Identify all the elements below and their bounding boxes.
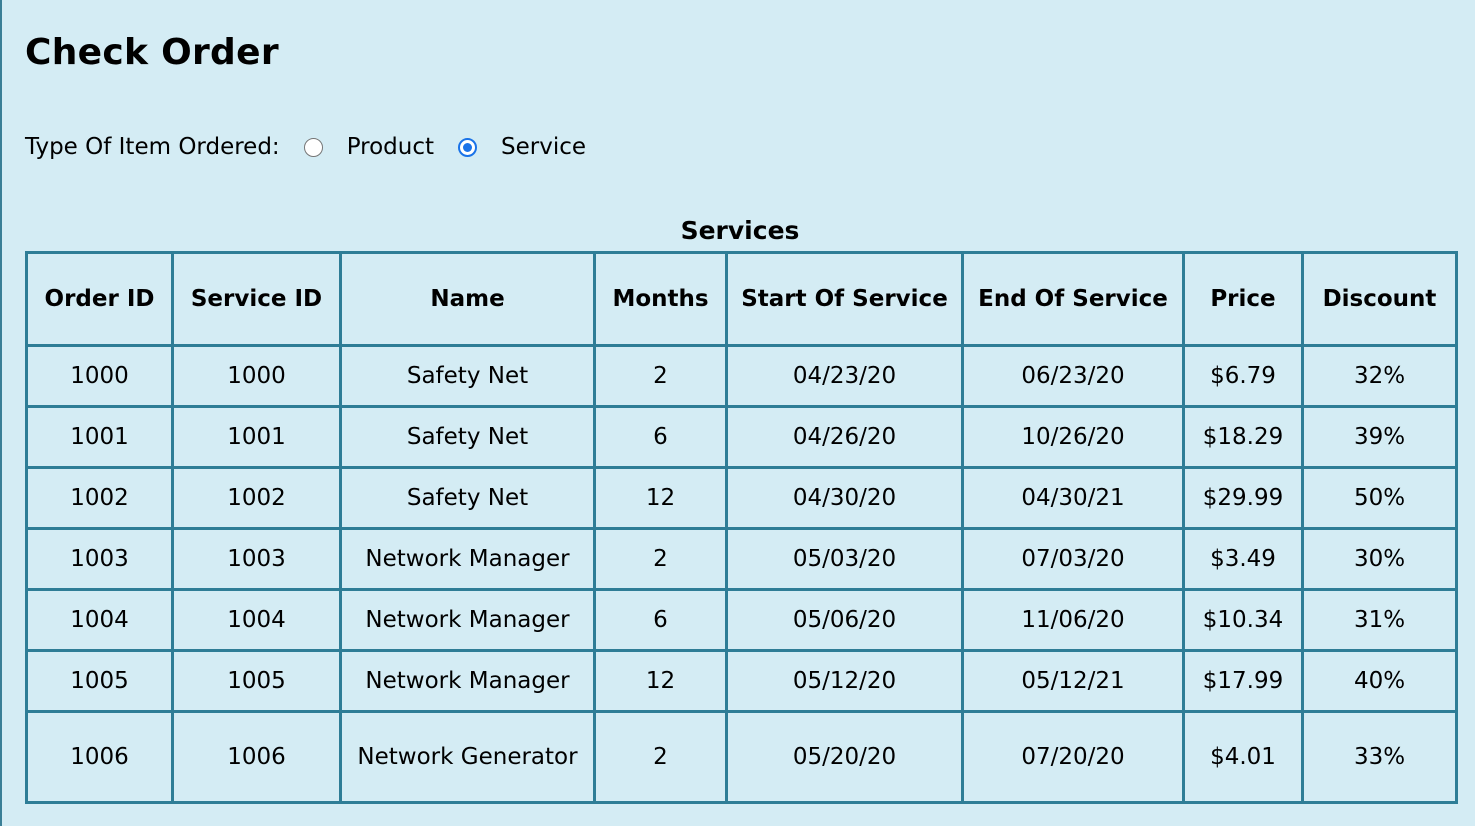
cell-end-of-service: 10/26/20 xyxy=(961,405,1185,469)
cell-start-of-service: 05/06/20 xyxy=(725,588,964,652)
cell-months: 2 xyxy=(593,527,728,591)
cell-service-id: 1006 xyxy=(171,710,342,804)
cell-months: 2 xyxy=(593,344,728,408)
cell-discount: 30% xyxy=(1301,527,1458,591)
column-header-order-id: Order ID xyxy=(25,251,174,347)
table-row: 1003 1003 Network Manager 2 05/03/20 07/03/20… xyxy=(25,527,1458,591)
column-header-discount: Discount xyxy=(1301,251,1458,347)
table-row: 1005 1005 Network Manager 12 05/12/20 05/12/2… xyxy=(25,649,1458,713)
column-header-service-id: Service ID xyxy=(171,251,342,347)
cell-end-of-service: 05/12/21 xyxy=(961,649,1185,713)
cell-start-of-service: 04/30/20 xyxy=(725,466,964,530)
cell-name: Network Manager xyxy=(339,649,596,713)
cell-service-id: 1004 xyxy=(171,588,342,652)
cell-price: $17.99 xyxy=(1182,649,1304,713)
cell-service-id: 1003 xyxy=(171,527,342,591)
table-row: 1000 1000 Safety Net 2 04/23/20 06/23/20 $6.79… xyxy=(25,344,1458,408)
cell-price: $10.34 xyxy=(1182,588,1304,652)
cell-price: $4.01 xyxy=(1182,710,1304,804)
column-header-name: Name xyxy=(339,251,596,347)
column-header-end-of-service: End Of Service xyxy=(961,251,1185,347)
cell-name: Safety Net xyxy=(339,405,596,469)
cell-end-of-service: 07/20/20 xyxy=(961,710,1185,804)
cell-price: $29.99 xyxy=(1182,466,1304,530)
table-row: 1001 1001 Safety Net 6 04/26/20 10/26/20 $18.2… xyxy=(25,405,1458,469)
cell-months: 6 xyxy=(593,405,728,469)
cell-start-of-service: 05/20/20 xyxy=(725,710,964,804)
cell-price: $3.49 xyxy=(1182,527,1304,591)
product-radio-label[interactable]: Product xyxy=(347,134,434,160)
cell-discount: 31% xyxy=(1301,588,1458,652)
cell-order-id: 1006 xyxy=(25,710,174,804)
cell-name: Network Manager xyxy=(339,527,596,591)
table-row: 1006 1006 Network Generator 2 05/20/20 07/20/… xyxy=(25,710,1458,804)
service-radio-label[interactable]: Service xyxy=(501,134,586,160)
item-type-label: Type Of Item Ordered: xyxy=(25,134,280,160)
cell-service-id: 1005 xyxy=(171,649,342,713)
cell-months: 2 xyxy=(593,710,728,804)
service-radio[interactable] xyxy=(458,137,478,157)
cell-start-of-service: 05/03/20 xyxy=(725,527,964,591)
cell-order-id: 1001 xyxy=(25,405,174,469)
column-header-start-of-service: Start Of Service xyxy=(725,251,964,347)
services-table-caption: Services xyxy=(680,216,800,245)
cell-order-id: 1000 xyxy=(25,344,174,408)
cell-order-id: 1004 xyxy=(25,588,174,652)
column-header-price: Price xyxy=(1182,251,1304,347)
cell-end-of-service: 07/03/20 xyxy=(961,527,1185,591)
item-type-group: Type Of Item Ordered: Product Service xyxy=(25,130,610,164)
cell-name: Safety Net xyxy=(339,466,596,530)
product-radio[interactable] xyxy=(303,137,323,157)
cell-discount: 40% xyxy=(1301,649,1458,713)
cell-months: 6 xyxy=(593,588,728,652)
cell-service-id: 1001 xyxy=(171,405,342,469)
cell-start-of-service: 04/26/20 xyxy=(725,405,964,469)
cell-discount: 50% xyxy=(1301,466,1458,530)
cell-order-id: 1003 xyxy=(25,527,174,591)
cell-discount: 33% xyxy=(1301,710,1458,804)
cell-end-of-service: 06/23/20 xyxy=(961,344,1185,408)
cell-order-id: 1002 xyxy=(25,466,174,530)
left-border xyxy=(0,0,2,826)
cell-service-id: 1000 xyxy=(171,344,342,408)
cell-start-of-service: 05/12/20 xyxy=(725,649,964,713)
cell-order-id: 1005 xyxy=(25,649,174,713)
cell-price: $6.79 xyxy=(1182,344,1304,408)
cell-name: Network Generator xyxy=(339,710,596,804)
cell-months: 12 xyxy=(593,466,728,530)
cell-discount: 32% xyxy=(1301,344,1458,408)
services-table: Order ID Service ID Name Months Start Of Ser… xyxy=(25,251,1458,804)
cell-discount: 39% xyxy=(1301,405,1458,469)
cell-service-id: 1002 xyxy=(171,466,342,530)
cell-months: 12 xyxy=(593,649,728,713)
cell-name: Safety Net xyxy=(339,344,596,408)
cell-start-of-service: 04/23/20 xyxy=(725,344,964,408)
cell-end-of-service: 11/06/20 xyxy=(961,588,1185,652)
cell-price: $18.29 xyxy=(1182,405,1304,469)
table-header-row: Order ID Service ID Name Months Start Of Ser… xyxy=(25,251,1458,347)
cell-end-of-service: 04/30/21 xyxy=(961,466,1185,530)
table-body: 1000 1000 Safety Net 2 04/23/20 06/23/20 $6.79… xyxy=(25,344,1458,804)
column-header-months: Months xyxy=(593,251,728,347)
page-title: Check Order xyxy=(25,32,279,73)
cell-name: Network Manager xyxy=(339,588,596,652)
table-row: 1002 1002 Safety Net 12 04/30/20 04/30/21 $29.… xyxy=(25,466,1458,530)
table-row: 1004 1004 Network Manager 6 05/06/20 11/06/20… xyxy=(25,588,1458,652)
